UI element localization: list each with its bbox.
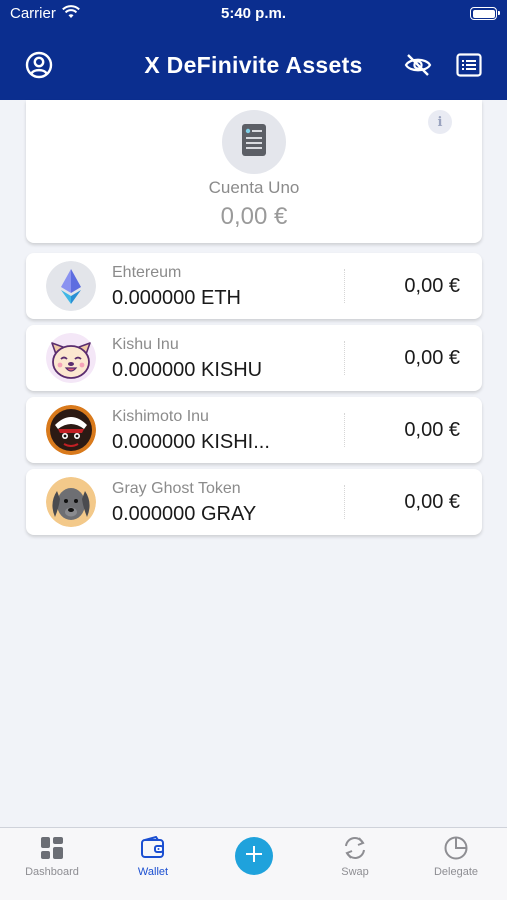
token-row-eth[interactable]: Ehtereum 0.000000 ETH 0,00 € bbox=[26, 253, 482, 319]
dashboard-icon bbox=[12, 834, 92, 862]
plus-icon bbox=[244, 844, 264, 869]
token-name: Kishimoto Inu bbox=[112, 408, 209, 425]
divider bbox=[344, 269, 345, 303]
ethereum-icon bbox=[46, 261, 96, 311]
account-name: Cuenta Uno bbox=[208, 178, 300, 197]
status-bar: Carrier 5:40 p.m. bbox=[0, 0, 507, 30]
token-amount: 0.000000 GRAY bbox=[112, 503, 257, 525]
info-button[interactable]: i bbox=[428, 110, 452, 134]
tab-delegate[interactable]: Delegate bbox=[416, 834, 496, 878]
swap-icon bbox=[315, 834, 395, 862]
tab-bar: Dashboard Wallet Swap Delegate bbox=[0, 827, 507, 900]
tab-swap[interactable]: Swap bbox=[315, 834, 395, 878]
token-name: Gray Ghost Token bbox=[112, 480, 241, 497]
token-value: 0,00 € bbox=[404, 419, 460, 441]
wallet-document-icon bbox=[241, 123, 267, 162]
token-amount: 0.000000 ETH bbox=[112, 287, 241, 309]
account-avatar bbox=[222, 110, 286, 174]
account-balance: 0,00 € bbox=[220, 203, 288, 230]
hide-balance-button[interactable] bbox=[403, 52, 433, 82]
tab-label: Dashboard bbox=[25, 866, 79, 878]
account-card[interactable]: i Cuenta Uno 0,00 € bbox=[26, 100, 482, 243]
battery-icon bbox=[470, 7, 500, 20]
token-row-kishu[interactable]: Kishu Inu 0.000000 KISHU 0,00 € bbox=[26, 325, 482, 391]
token-value: 0,00 € bbox=[404, 347, 460, 369]
list-view-button[interactable] bbox=[454, 52, 484, 82]
gray-ghost-icon bbox=[46, 477, 96, 527]
pie-chart-icon bbox=[416, 834, 496, 862]
clock: 5:40 p.m. bbox=[220, 5, 287, 22]
token-row-kishimoto[interactable]: Kishimoto Inu 0.000000 KISHI... 0,00 € bbox=[26, 397, 482, 463]
tab-dashboard[interactable]: Dashboard bbox=[12, 834, 92, 878]
app-header: Carrier 5:40 p.m. X DeFinivite Assets bbox=[0, 0, 507, 100]
tab-label: Wallet bbox=[137, 866, 169, 878]
token-amount: 0.000000 KISHI... bbox=[112, 431, 270, 453]
token-value: 0,00 € bbox=[404, 491, 460, 513]
token-amount: 0.000000 KISHU bbox=[112, 359, 263, 381]
divider bbox=[344, 341, 345, 375]
token-name: Kishu Inu bbox=[112, 336, 179, 353]
wallet-icon bbox=[113, 834, 193, 862]
list-icon bbox=[456, 52, 482, 82]
kishu-inu-icon bbox=[46, 333, 96, 383]
token-row-gray[interactable]: Gray Ghost Token 0.000000 GRAY 0,00 € bbox=[26, 469, 482, 535]
tab-wallet[interactable]: Wallet bbox=[113, 834, 193, 878]
tab-label: Delegate bbox=[433, 866, 479, 878]
divider bbox=[344, 485, 345, 519]
token-name: Ehtereum bbox=[112, 264, 182, 281]
token-value: 0,00 € bbox=[404, 275, 460, 297]
kishimoto-inu-icon bbox=[46, 405, 96, 455]
divider bbox=[344, 413, 345, 447]
add-button[interactable] bbox=[235, 837, 273, 875]
tab-label: Swap bbox=[341, 866, 369, 878]
eye-off-icon bbox=[404, 53, 432, 82]
